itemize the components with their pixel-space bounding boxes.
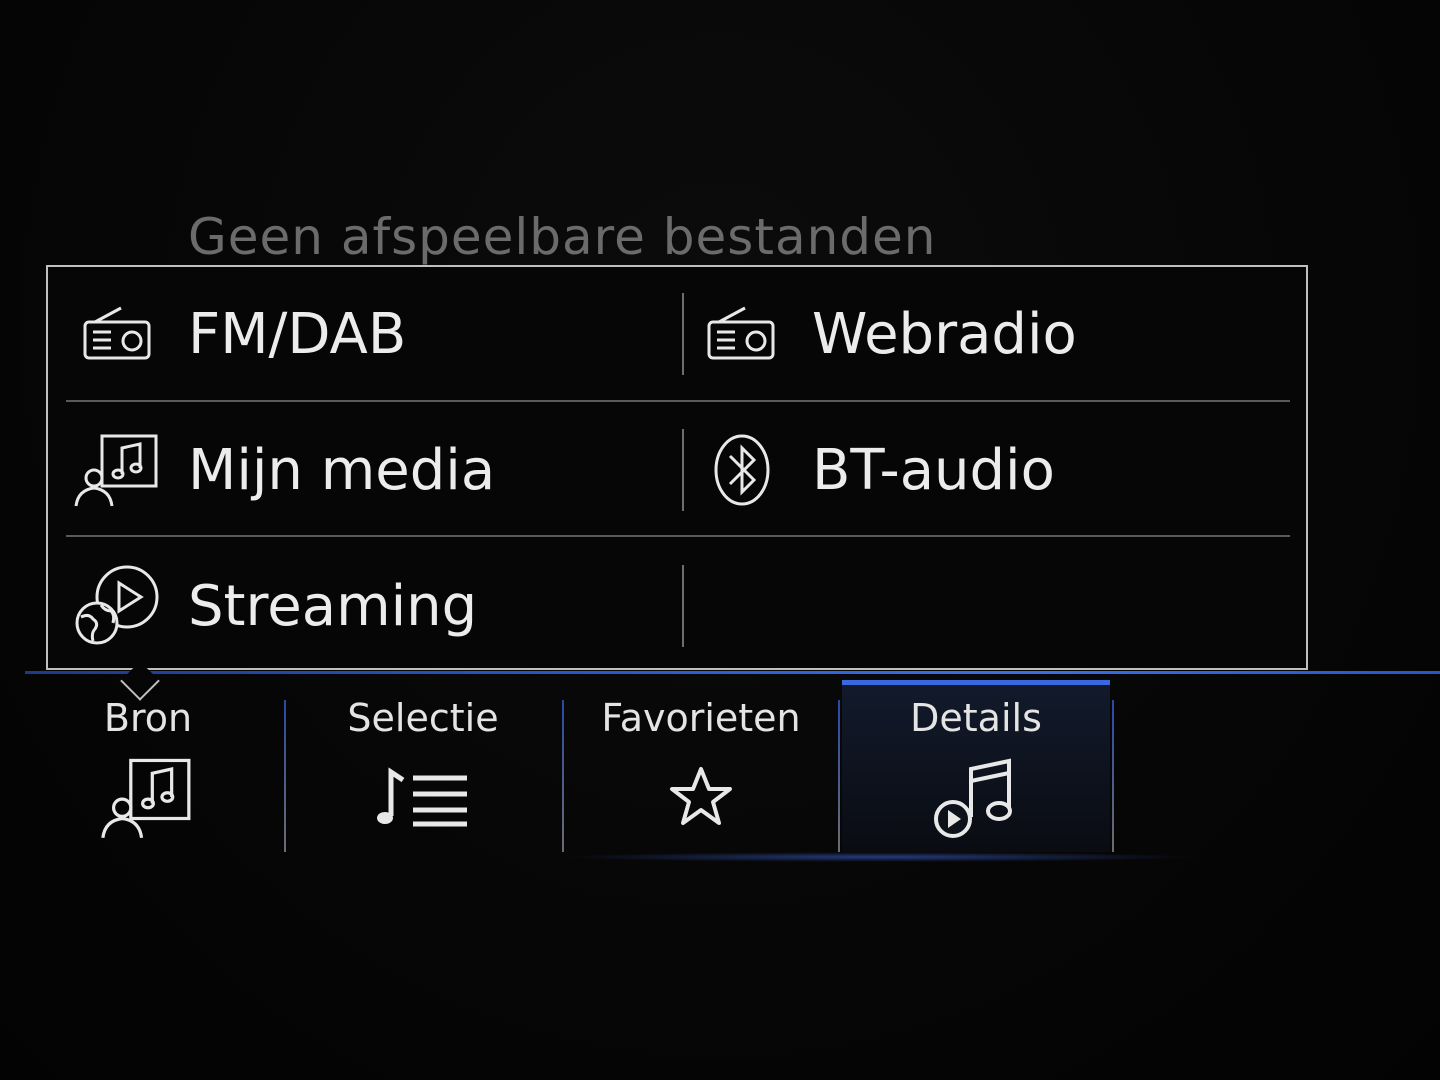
source-item-label: Webradio xyxy=(812,301,1077,367)
source-item-fm-dab[interactable]: FM/DAB xyxy=(68,269,668,399)
tab-favorieten[interactable]: Favorieten xyxy=(576,680,826,852)
tab-details[interactable]: Details xyxy=(842,680,1110,852)
tab-bron[interactable]: Bron xyxy=(30,680,266,852)
accent-line xyxy=(25,671,1440,674)
row-divider xyxy=(66,535,1290,537)
streaming-icon xyxy=(68,561,168,651)
source-item-label: FM/DAB xyxy=(188,301,407,367)
radio-icon xyxy=(692,289,792,379)
source-item-webradio[interactable]: Webradio xyxy=(692,269,1292,399)
tab-selectie[interactable]: Selectie xyxy=(298,680,548,852)
star-icon xyxy=(646,752,756,842)
tab-label: Bron xyxy=(103,696,193,740)
tab-label: Favorieten xyxy=(601,696,801,740)
tab-separator xyxy=(284,700,286,852)
tab-separator xyxy=(838,700,840,852)
source-item-label: BT-audio xyxy=(812,437,1055,503)
infotainment-screen: Geen afspeelbare bestanden FM/DAB Webrad… xyxy=(0,0,1440,1080)
row-divider xyxy=(66,400,1290,402)
tab-label: Details xyxy=(910,696,1042,740)
status-message: Geen afspeelbare bestanden xyxy=(188,208,937,266)
source-item-bt-audio[interactable]: BT-audio xyxy=(692,405,1292,535)
source-item-label: Streaming xyxy=(188,573,478,639)
column-divider xyxy=(682,565,684,647)
music-play-icon xyxy=(921,752,1031,842)
playlist-icon xyxy=(368,752,478,842)
my-media-icon xyxy=(68,425,168,515)
column-divider xyxy=(682,293,684,375)
tab-bar: Bron Selectie Favorieten Details xyxy=(0,680,1440,860)
tab-separator xyxy=(562,700,564,852)
column-divider xyxy=(682,429,684,511)
tab-label: Selectie xyxy=(347,696,499,740)
my-media-icon xyxy=(93,752,203,842)
radio-icon xyxy=(68,289,168,379)
tab-separator xyxy=(1112,700,1114,852)
source-menu: FM/DAB Webradio Mijn media BT-audio Stre… xyxy=(46,265,1308,670)
empty-slot xyxy=(692,541,1292,671)
bottom-glow xyxy=(560,852,1200,862)
source-item-label: Mijn media xyxy=(188,437,496,503)
source-item-mijn-media[interactable]: Mijn media xyxy=(68,405,668,535)
source-item-streaming[interactable]: Streaming xyxy=(68,541,668,671)
bluetooth-icon xyxy=(692,425,792,515)
